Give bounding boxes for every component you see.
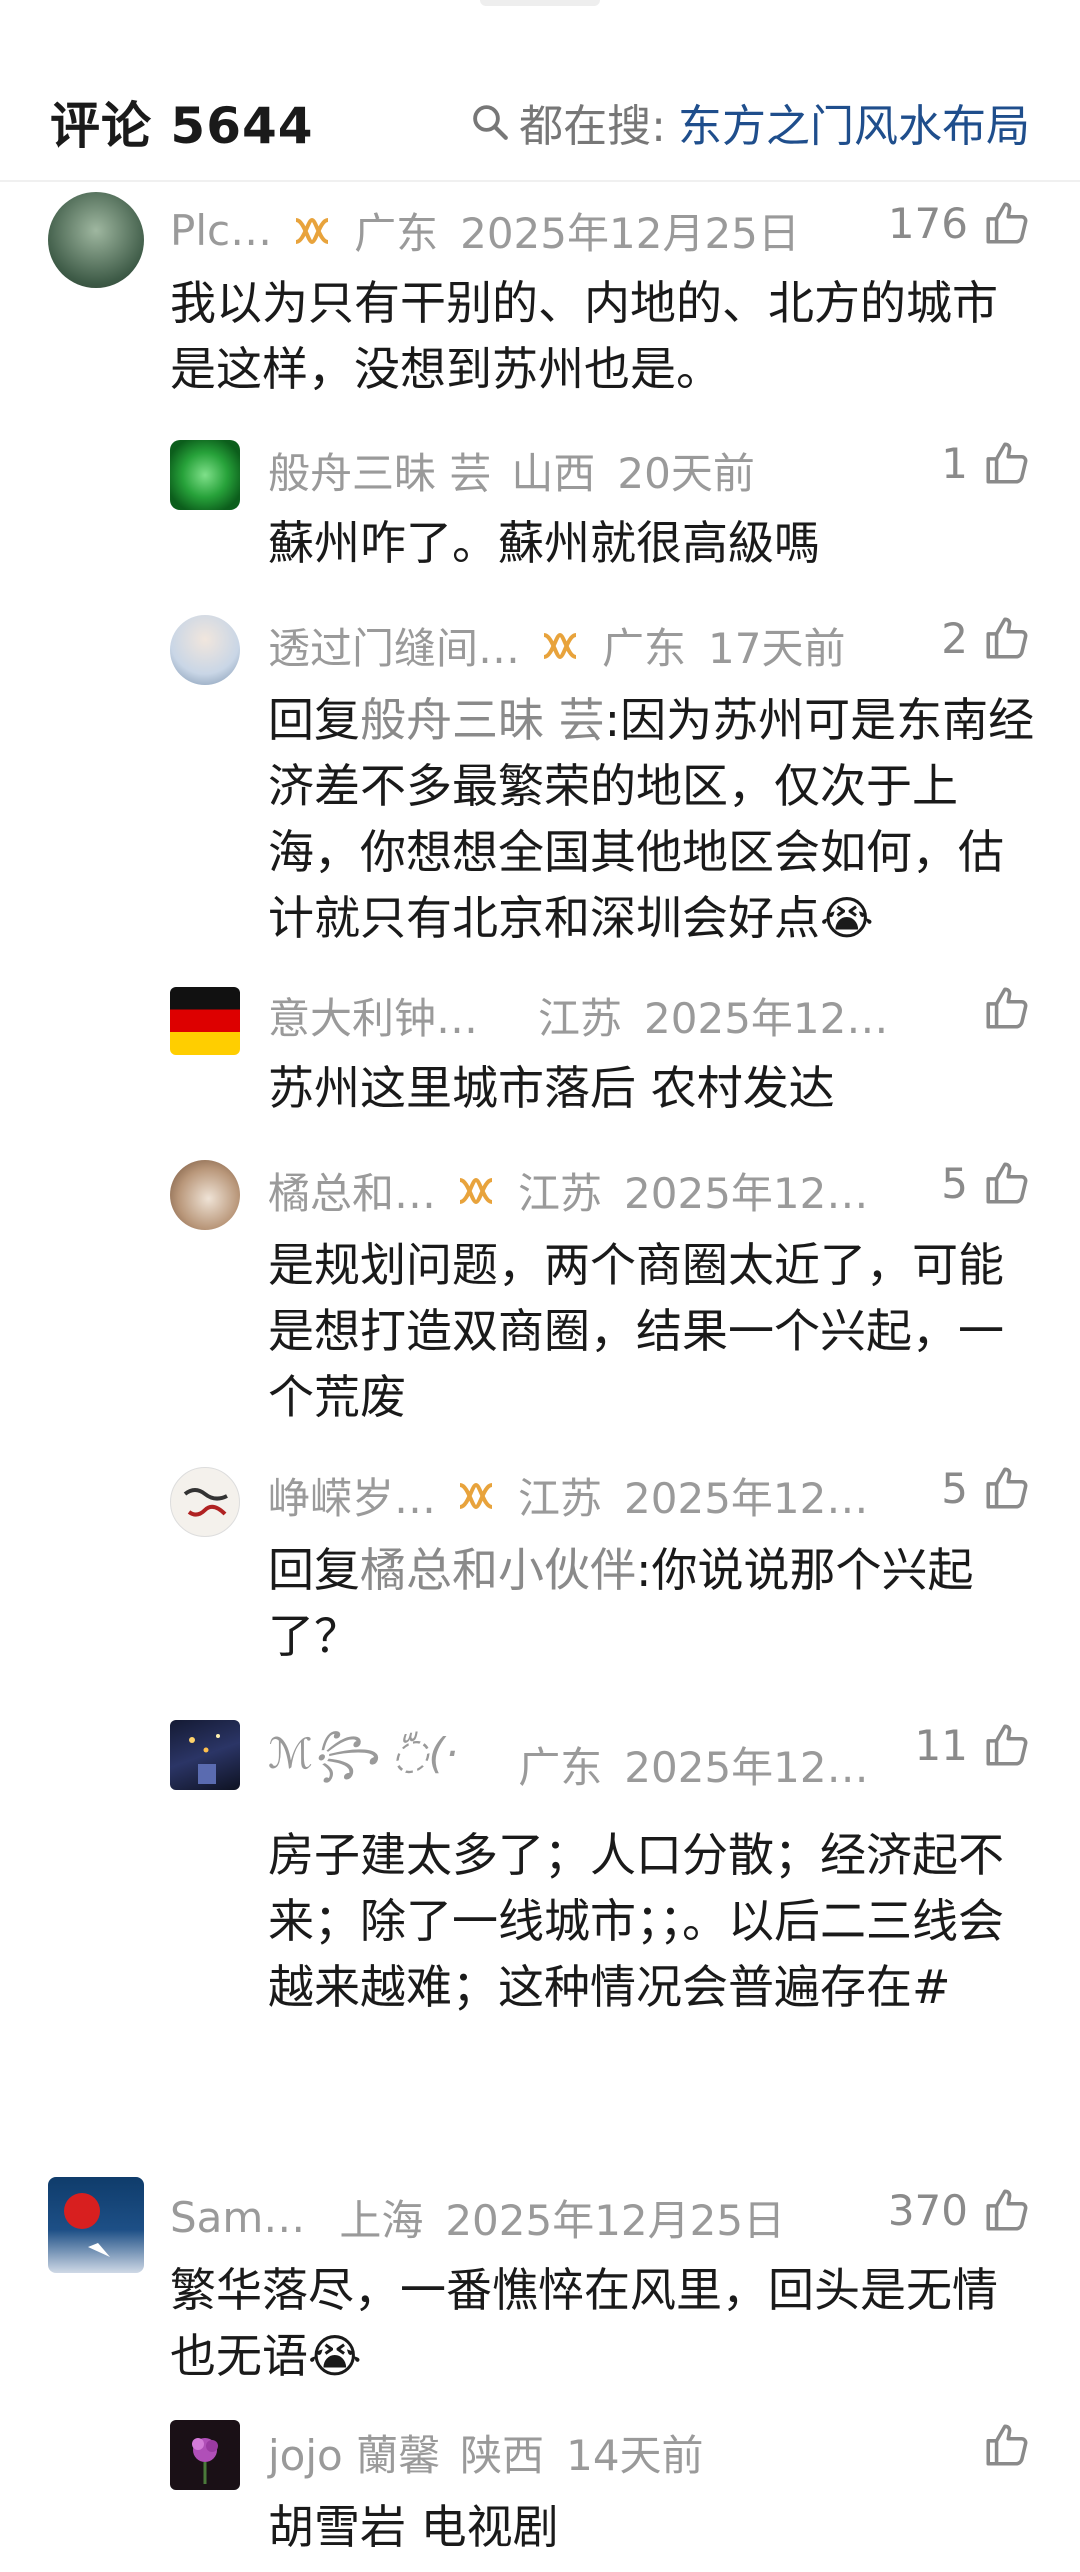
avatar[interactable] [170, 615, 240, 685]
like-button[interactable] [968, 2420, 1032, 2470]
thumbs-up-icon [986, 1724, 1028, 1766]
trending-search[interactable]: 都在搜: 东方之门风水布局 [469, 90, 1030, 154]
user-region: 广东 [602, 624, 687, 673]
avatar[interactable] [170, 1467, 240, 1537]
like-count: 2 [941, 613, 968, 663]
like-button[interactable]: 2 [941, 613, 1032, 663]
like-count: 1 [941, 438, 968, 488]
user-name[interactable]: Plc… [170, 206, 272, 255]
user-name[interactable]: Sam… [170, 2193, 305, 2242]
search-keyword-link[interactable]: 东方之门风水布局 [678, 90, 1030, 154]
comment-time: 2025年12… [624, 1169, 869, 1218]
comment-text: 回复橘总和小伙伴:你说说那个兴起了？ [268, 1537, 1040, 1669]
comment-time: 2025年12… [644, 994, 889, 1043]
user-region: 广东 [354, 209, 439, 258]
comment-time: 2025年12月25日 [460, 209, 800, 258]
avatar[interactable] [170, 440, 240, 510]
search-icon [473, 105, 509, 140]
thumbs-up-icon [986, 202, 1028, 244]
vip-badge-icon [459, 1177, 493, 1204]
like-button[interactable]: 176 [888, 198, 1032, 248]
user-name[interactable]: jojo 蘭馨 [268, 2422, 440, 2483]
like-button[interactable] [968, 983, 1032, 1033]
emoji: 😭 [820, 891, 874, 945]
like-button[interactable]: 5 [941, 1463, 1032, 1513]
comment-time: 14天前 [566, 2431, 704, 2480]
user-region: 江苏 [538, 994, 623, 1043]
like-count: 11 [914, 1720, 968, 1770]
comment-text: 房子建太多了；人口分散；经济起不来；除了一线城市；；。以后二三线会越来越难；这种… [268, 1828, 1004, 2014]
comment-time: 20天前 [617, 449, 755, 498]
thumbs-up-icon [986, 2189, 1028, 2231]
user-region: 江苏 [518, 1474, 603, 1523]
reply-prefix: 回复 [268, 693, 360, 747]
reply-prefix: 回复 [268, 1543, 360, 1597]
comment-text: 胡雪岩 电视剧 [268, 2500, 559, 2554]
vip-badge-icon [543, 632, 577, 659]
avatar[interactable] [48, 192, 144, 288]
comment-text: 是规划问题，两个商圈太近了，可能是想打造双商圈，结果一个兴起，一个荒废 [268, 1238, 1004, 1424]
user-region: 上海 [339, 2196, 424, 2245]
like-count: 5 [941, 1463, 968, 1513]
comment-text: 繁华落尽，一番憔悴在风里，回头是无情也无语😭 [170, 2257, 1040, 2389]
comment-text: 我以为只有干别的、内地的、北方的城市是这样，没想到苏州也是。 [170, 276, 998, 396]
comment-time: 2025年12… [624, 1743, 869, 1792]
like-count: 370 [887, 2185, 968, 2235]
user-region: 江苏 [518, 1169, 603, 1218]
user-name[interactable]: 橘总和… [268, 1160, 436, 1221]
user-name[interactable]: 透过门缝间… [268, 615, 520, 676]
user-region: 山西 [511, 449, 596, 498]
comment-time: 17天前 [708, 624, 846, 673]
user-name[interactable]: ℳ꧂ ◌ّ(· [268, 1722, 458, 1807]
vip-badge-icon [295, 217, 329, 244]
avatar[interactable] [48, 2177, 144, 2273]
thumbs-up-icon [986, 442, 1028, 484]
comment-text: 回复般舟三昧 芸:因为苏州可是东南经济差不多最繁荣的地区，仅次于上海，你想想全国… [268, 687, 1040, 951]
reply-mention-link[interactable]: 橘总和小伙伴 [360, 1543, 636, 1597]
avatar[interactable] [170, 1720, 240, 1790]
like-button[interactable]: 1 [941, 438, 1032, 488]
comment-count-title: 评论 5644 [50, 97, 314, 155]
germany-flag-icon[interactable] [170, 987, 240, 1055]
user-name[interactable]: 意大利钟… [268, 985, 478, 1046]
emoji: 😭 [308, 2329, 362, 2383]
thumbs-up-icon [986, 2424, 1028, 2466]
comment-body: 繁华落尽，一番憔悴在风里，回头是无情也无语 [170, 2263, 998, 2383]
reply-mention-link[interactable]: 般舟三昧 芸 [360, 693, 605, 747]
like-button[interactable]: 5 [941, 1158, 1032, 1208]
user-region: 广东 [518, 1743, 603, 1792]
comment-time: 2025年12月25日 [445, 2196, 786, 2245]
avatar[interactable] [170, 1160, 240, 1230]
comment-text: 苏州这里城市落后 农村发达 [268, 1061, 835, 1115]
user-name[interactable]: 峥嵘岁… [268, 1465, 436, 1526]
user-name[interactable]: 般舟三昧 芸 [268, 440, 491, 501]
like-button[interactable]: 11 [915, 1720, 1032, 1770]
thumbs-up-icon [986, 1162, 1028, 1204]
thumbs-up-icon [986, 1467, 1028, 1509]
top-handle [480, 0, 600, 6]
search-label: 都在搜: [519, 101, 666, 152]
avatar[interactable] [170, 2420, 240, 2490]
header-divider [0, 180, 1080, 182]
comment-text: 蘇州咋了。蘇州就很高級嗎 [268, 516, 820, 570]
vip-badge-icon [459, 1482, 493, 1509]
comment-time: 2025年12… [624, 1474, 869, 1523]
like-button[interactable]: 370 [888, 2185, 1032, 2235]
thumbs-up-icon [986, 987, 1028, 1029]
like-count: 176 [887, 198, 968, 248]
thumbs-up-icon [986, 617, 1028, 659]
like-count: 5 [941, 1158, 968, 1208]
comments-header: 评论 5644 都在搜: 东方之门风水布局 [0, 60, 1080, 180]
user-region: 陕西 [460, 2431, 545, 2480]
